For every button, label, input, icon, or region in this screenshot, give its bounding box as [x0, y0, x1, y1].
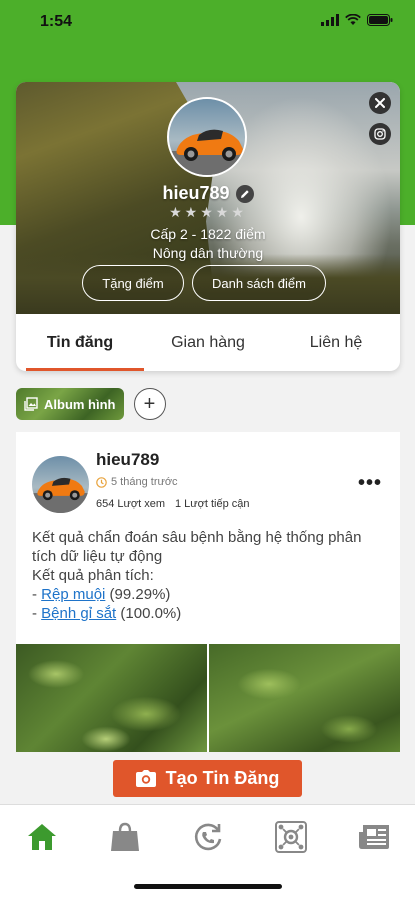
- reach-count: 1 Lượt tiếp cận: [175, 498, 250, 510]
- add-album-button[interactable]: +: [133, 388, 166, 420]
- nav-shop[interactable]: [107, 819, 143, 855]
- signal-icon: [321, 14, 339, 26]
- car-icon: [32, 477, 89, 513]
- instagram-button[interactable]: [369, 123, 391, 145]
- home-indicator: [134, 884, 282, 889]
- home-icon: [28, 824, 56, 850]
- camera-icon: [135, 770, 156, 787]
- news-icon: [359, 825, 389, 849]
- post-image-1[interactable]: [16, 644, 207, 752]
- result-item-1: - Rệp muội (99.29%): [32, 586, 171, 603]
- battery-icon: [367, 14, 393, 26]
- post-username[interactable]: hieu789: [96, 450, 159, 470]
- more-options-icon[interactable]: •••: [358, 472, 382, 495]
- network-icon: [275, 821, 307, 853]
- profile-username: hieu789: [162, 183, 230, 203]
- album-row: Album hình +: [16, 388, 166, 420]
- post-content: Kết quả chẩn đoán sâu bệnh bằng hệ thống…: [32, 528, 382, 623]
- profile-avatar[interactable]: [167, 97, 247, 177]
- status-bar: 1:54: [0, 0, 415, 44]
- nav-call-history[interactable]: [190, 819, 226, 855]
- rating-stars: ★★★★★: [169, 204, 247, 220]
- post-avatar[interactable]: [32, 456, 89, 513]
- pencil-icon: [240, 189, 249, 198]
- wifi-icon: [345, 14, 361, 25]
- post-image-2[interactable]: [209, 644, 400, 752]
- profile-card: hieu789 ★★★★★ Cấp 2 - 1822 điểm Nông dân…: [16, 82, 400, 371]
- post-line-2: Kết quả phân tích:: [32, 567, 154, 584]
- shop-bag-icon: [111, 822, 139, 851]
- nav-home[interactable]: [24, 819, 60, 855]
- phone-history-icon: [194, 823, 222, 851]
- post-stats: 654 Lượt xem 1 Lượt tiếp cận: [96, 498, 250, 510]
- tab-contact[interactable]: Liên hệ: [272, 314, 400, 371]
- profile-username-row: hieu789: [16, 183, 400, 204]
- result-link-2[interactable]: Bệnh gỉ sắt: [41, 605, 116, 622]
- tab-posts[interactable]: Tin đăng: [16, 314, 144, 371]
- album-button[interactable]: Album hình: [16, 388, 124, 420]
- create-post-button[interactable]: Tạo Tin Đăng: [113, 760, 302, 797]
- gift-points-button[interactable]: Tặng điểm: [82, 265, 184, 301]
- post-timestamp: 5 tháng trước: [96, 476, 178, 488]
- close-icon: [375, 98, 385, 108]
- tab-shop[interactable]: Gian hàng: [144, 314, 272, 371]
- close-button[interactable]: [369, 92, 391, 114]
- result-item-2: - Bệnh gỉ sắt (100.0%): [32, 605, 182, 622]
- nav-news[interactable]: [356, 819, 392, 855]
- result-link-1[interactable]: Rệp muội: [41, 586, 105, 603]
- profile-tabs: Tin đăng Gian hàng Liên hệ: [16, 314, 400, 371]
- post-line-1: Kết quả chẩn đoán sâu bệnh bằng hệ thống…: [32, 529, 362, 565]
- gallery-icon: [24, 397, 38, 411]
- post-card: hieu789 5 tháng trước 654 Lượt xem 1 Lượ…: [16, 432, 400, 752]
- post-time-text: 5 tháng trước: [111, 476, 178, 488]
- post-images: [16, 644, 400, 752]
- status-icons: [321, 14, 393, 26]
- views-count: 654 Lượt xem: [96, 498, 165, 510]
- album-label: Album hình: [44, 396, 116, 412]
- rank-text: Nông dân thường: [152, 245, 264, 261]
- clock-icon: [96, 476, 107, 488]
- edit-button[interactable]: [235, 184, 254, 203]
- level-text: Cấp 2 - 1822 điểm: [150, 226, 266, 242]
- create-post-label: Tạo Tin Đăng: [165, 768, 280, 788]
- points-list-button[interactable]: Danh sách điểm: [192, 265, 326, 301]
- instagram-icon: [374, 128, 386, 140]
- nav-network[interactable]: [273, 819, 309, 855]
- status-time: 1:54: [40, 13, 73, 30]
